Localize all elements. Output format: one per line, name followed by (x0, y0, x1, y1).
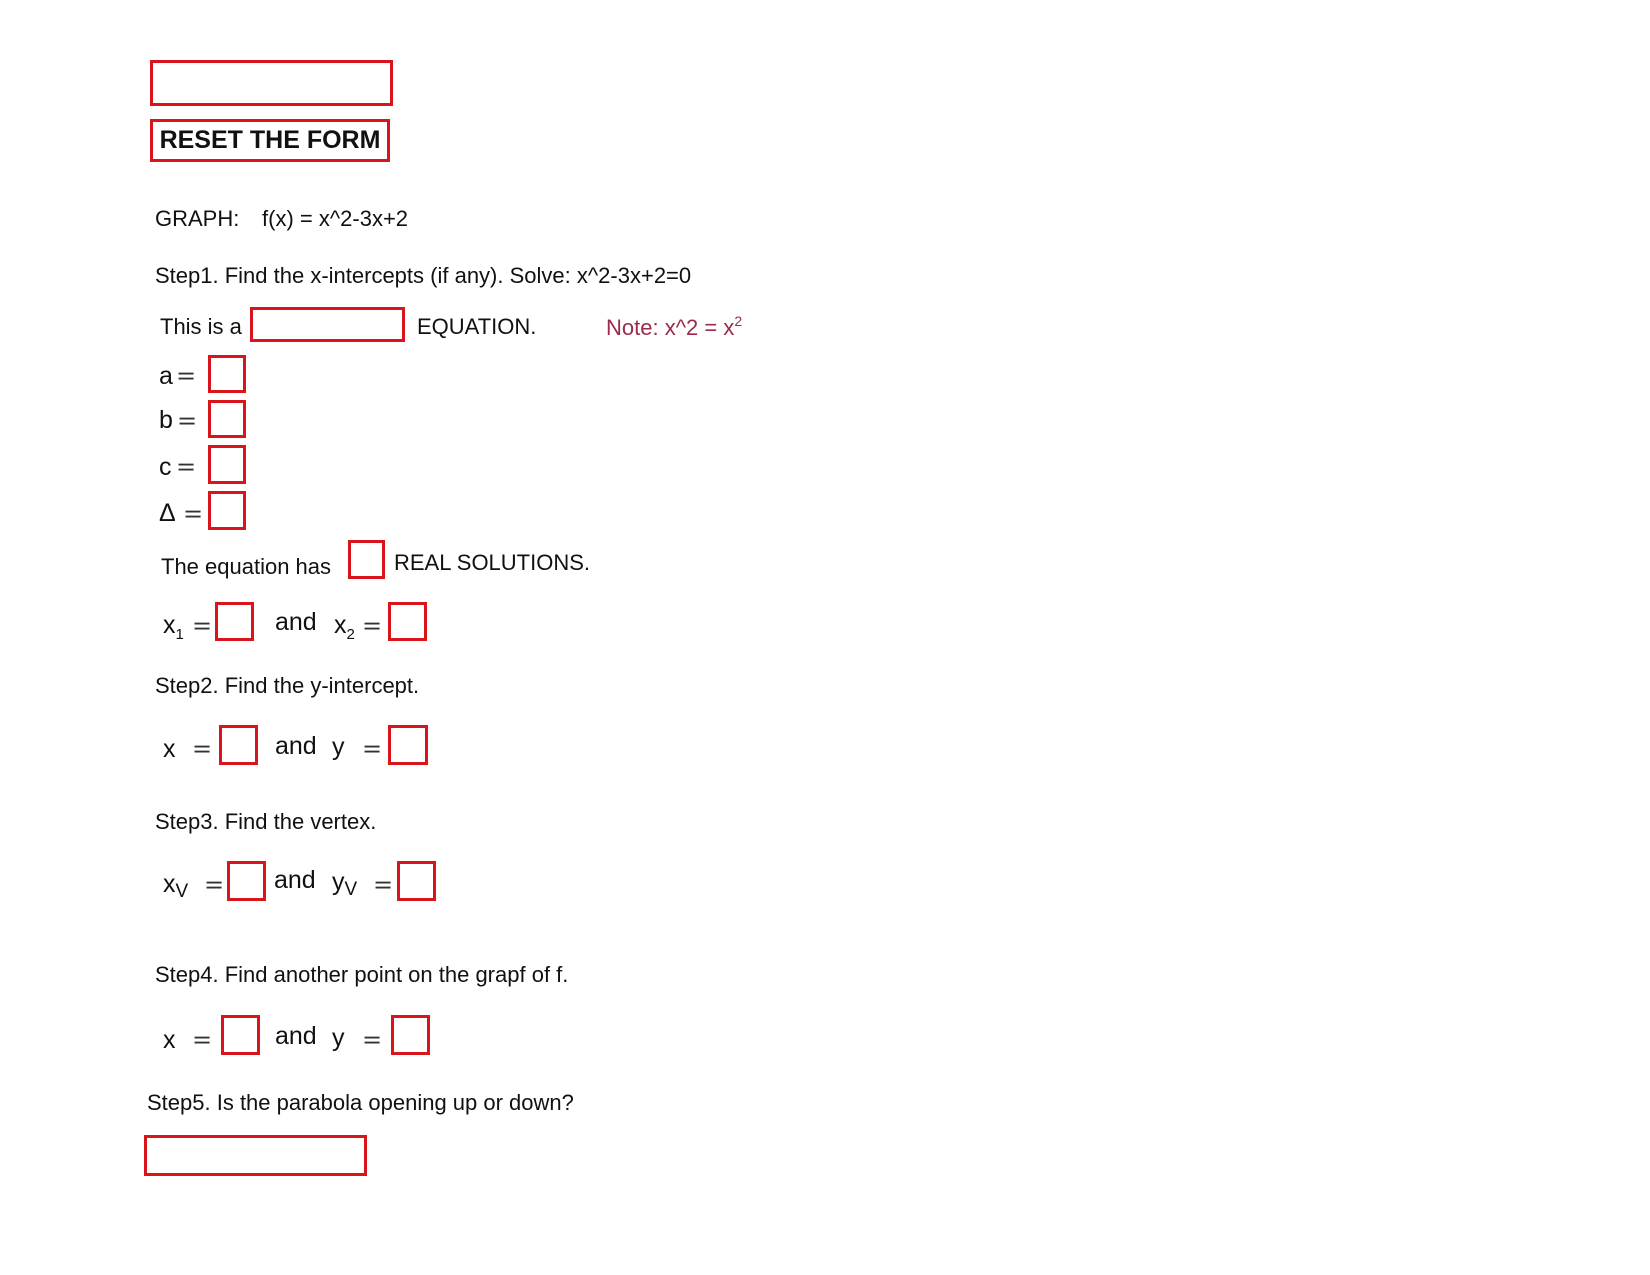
step4-y-label: y (332, 1024, 345, 1052)
coef-b-field[interactable] (208, 400, 246, 438)
equation-label: EQUATION. (417, 314, 537, 339)
step3-title: Step3. Find the vertex. (155, 809, 377, 834)
coef-b-label: b (159, 406, 173, 434)
equals-sign: = (373, 871, 394, 899)
reset-form-button[interactable]: RESET THE FORM (150, 119, 390, 162)
equals-sign: = (192, 612, 213, 640)
equals-sign: = (362, 612, 383, 640)
graph-label: GRAPH: (155, 206, 240, 231)
equals-sign: = (192, 1026, 213, 1054)
and-label: and (274, 866, 316, 894)
top-text-field[interactable] (150, 60, 393, 106)
equals-sign: = (176, 362, 197, 390)
delta-label: Δ (159, 499, 176, 527)
real-solutions-label: REAL SOLUTIONS. (394, 550, 591, 575)
equals-sign: = (183, 500, 204, 528)
equals-sign: = (176, 453, 197, 481)
equation-type-field[interactable] (250, 307, 405, 342)
step2-y-label: y (332, 733, 345, 761)
step2-x-label: x (163, 735, 176, 763)
coef-a-field[interactable] (208, 355, 246, 393)
step4-x-label: x (163, 1026, 176, 1054)
vertex-x-field[interactable] (227, 861, 266, 901)
step5-title: Step5. Is the parabola opening up or dow… (147, 1090, 574, 1115)
this-is-a-label: This is a (160, 314, 242, 339)
equals-sign: = (362, 735, 383, 763)
x1-field[interactable] (215, 602, 254, 641)
step4-title: Step4. Find another point on the grapf o… (155, 962, 569, 987)
note-prefix: Note: x^2 = x (606, 315, 735, 340)
equals-sign: = (177, 407, 198, 435)
coef-a-label: a (159, 362, 173, 390)
and-label: and (275, 608, 317, 636)
equation-has-label: The equation has (161, 554, 332, 579)
x2-field[interactable] (388, 602, 427, 641)
and-label: and (275, 732, 317, 760)
x2-label: x2 (334, 611, 355, 643)
y-intercept-y-field[interactable] (388, 725, 428, 765)
step2-title: Step2. Find the y-intercept. (155, 673, 420, 698)
and-label: and (275, 1022, 317, 1050)
note-superscript: 2 (734, 313, 743, 329)
vertex-y-field[interactable] (397, 861, 436, 901)
y-intercept-x-field[interactable] (219, 725, 258, 765)
parabola-direction-field[interactable] (144, 1135, 367, 1176)
coef-c-field[interactable] (208, 445, 246, 484)
function-expression: f(x) = x^2-3x+2 (262, 206, 409, 231)
equals-sign: = (362, 1026, 383, 1054)
solutions-count-field[interactable] (348, 540, 385, 579)
x1-label: x1 (163, 611, 184, 643)
equals-sign: = (204, 871, 225, 899)
point-x-field[interactable] (221, 1015, 260, 1055)
vertex-y-label: yV (332, 868, 358, 900)
vertex-x-label: xV (163, 870, 189, 902)
equals-sign: = (192, 735, 213, 763)
point-y-field[interactable] (391, 1015, 430, 1055)
step1-title: Step1. Find the x-intercepts (if any). S… (155, 263, 692, 288)
coef-c-label: c (159, 453, 172, 481)
note-text: Note: x^2 = x2 (606, 314, 742, 339)
delta-field[interactable] (208, 491, 246, 530)
